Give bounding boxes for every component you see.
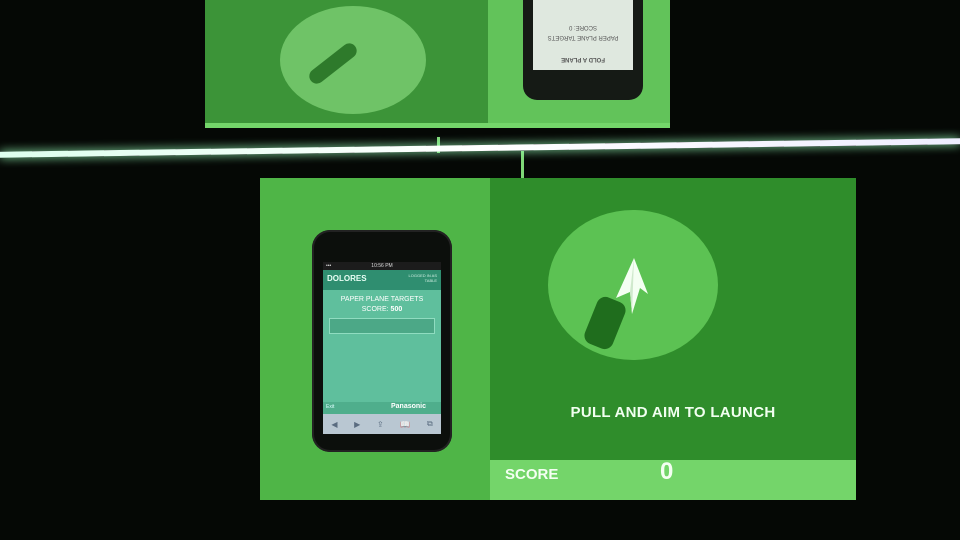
brand-logo: Panasonic bbox=[391, 403, 427, 410]
bookmarks-icon[interactable]: 📖 bbox=[400, 420, 410, 429]
light-strip bbox=[0, 138, 960, 158]
score-value: 0 bbox=[660, 458, 674, 485]
logged-in-text: LOGGED IN AS TABLE bbox=[408, 273, 437, 283]
phone-screen: ••• 10:56 PM DOLORES LOGGED IN AS TABLE … bbox=[323, 262, 441, 434]
launch-instruction: PULL AND AIM TO LAUNCH bbox=[570, 404, 776, 421]
exit-link[interactable]: Exit bbox=[326, 404, 334, 410]
upper-phone-line2: SCORE: 0 bbox=[569, 24, 598, 30]
user-name: DOLORES bbox=[327, 274, 367, 283]
upper-score-bar bbox=[205, 123, 670, 128]
browser-toolbar: ◀ ▶ ⇪ 📖 ⧉ bbox=[323, 414, 441, 434]
app-score: SCORE: 500 bbox=[323, 306, 441, 313]
tabs-icon[interactable]: ⧉ bbox=[427, 419, 433, 429]
plane-input-field[interactable] bbox=[329, 318, 435, 334]
status-time: 10:56 PM bbox=[371, 263, 393, 269]
paper-plane-icon bbox=[616, 258, 648, 314]
app-footer: Exit Panasonic bbox=[323, 402, 441, 414]
upper-phone-line1: PAPER PLANE TARGETS bbox=[547, 34, 619, 40]
status-bar: ••• 10:56 PM bbox=[323, 262, 441, 270]
back-icon[interactable]: ◀ bbox=[331, 420, 337, 429]
upper-phone-panel: FOLD A PLANE PAPER PLANE TARGETS SCORE: … bbox=[488, 0, 670, 128]
app-title: PAPER PLANE TARGETS bbox=[340, 296, 424, 303]
app-score-label: SCORE: bbox=[361, 306, 389, 313]
app-score-value: 500 bbox=[390, 306, 403, 313]
score-label: SCORE bbox=[505, 466, 559, 483]
share-icon[interactable]: ⇪ bbox=[377, 420, 384, 429]
stand-pole bbox=[521, 151, 524, 178]
upper-projection-screen: FOLD A PLANE PAPER PLANE TARGETS SCORE: … bbox=[205, 0, 670, 128]
upper-game-panel bbox=[205, 0, 488, 128]
upper-phone: FOLD A PLANE PAPER PLANE TARGETS SCORE: … bbox=[523, 0, 643, 100]
upper-phone-screen: FOLD A PLANE PAPER PLANE TARGETS SCORE: … bbox=[533, 0, 633, 70]
upper-phone-title: FOLD A PLANE bbox=[561, 56, 605, 62]
app-header: DOLORES LOGGED IN AS TABLE bbox=[323, 270, 441, 290]
upper-aim-circle bbox=[280, 6, 426, 114]
smartphone: ••• 10:56 PM DOLORES LOGGED IN AS TABLE … bbox=[312, 230, 452, 452]
forward-icon[interactable]: ▶ bbox=[354, 420, 360, 429]
